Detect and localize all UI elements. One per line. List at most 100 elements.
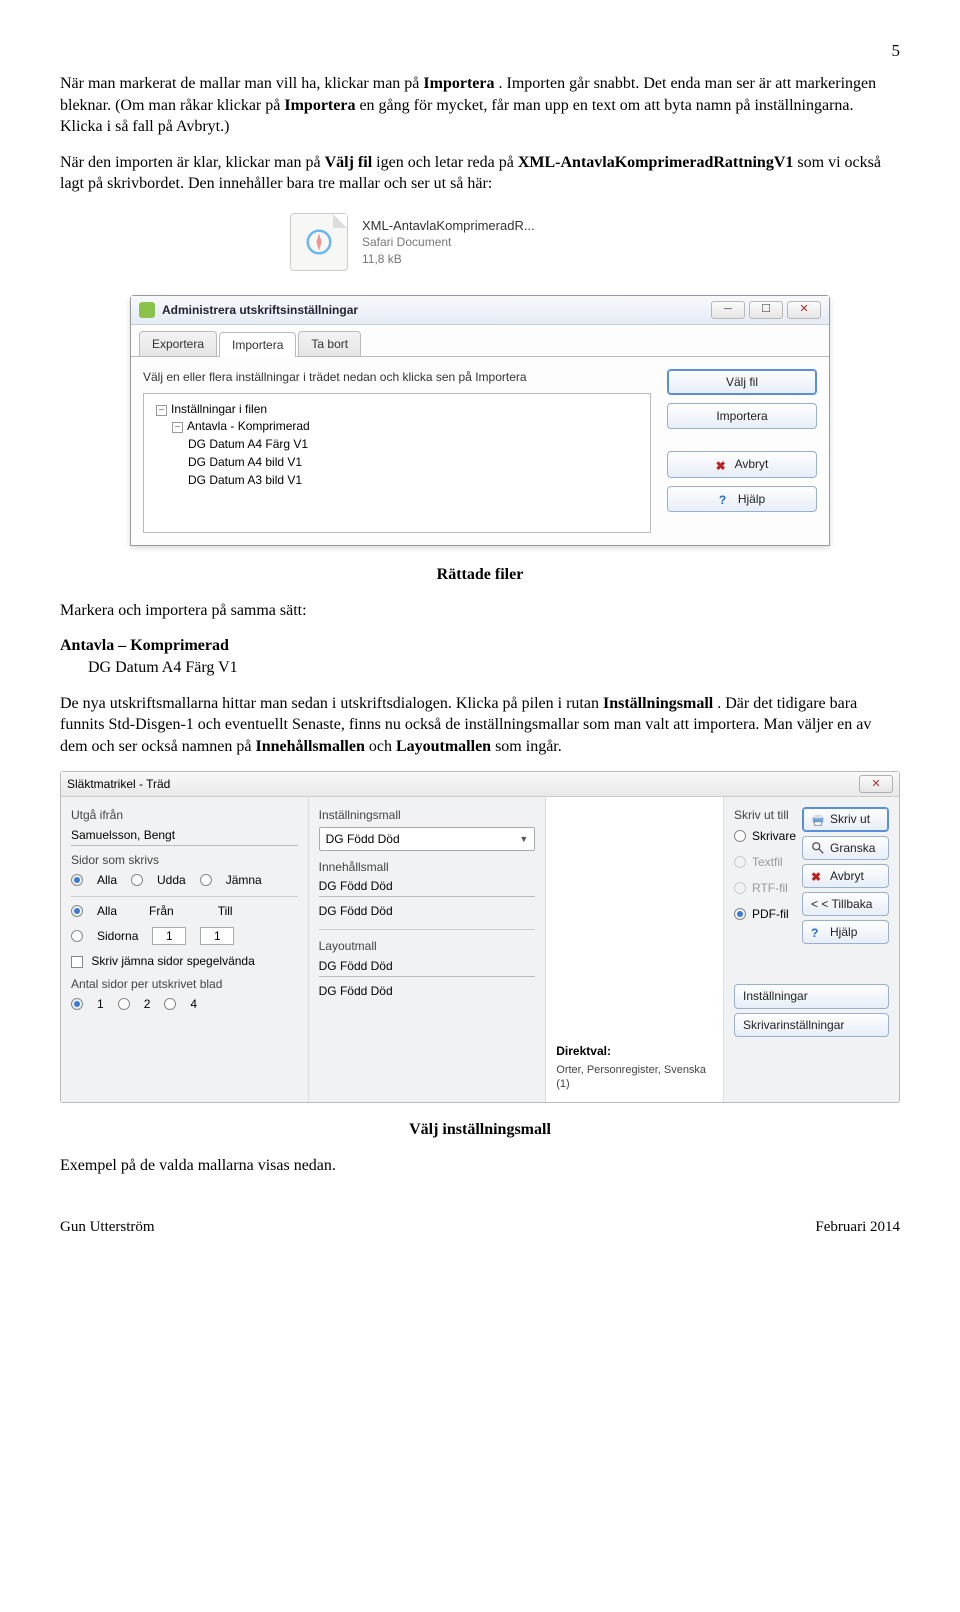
p2-text-c: igen och letar reda på — [376, 154, 518, 171]
tab-exportera[interactable]: Exportera — [139, 331, 217, 356]
radio-skrivare[interactable] — [734, 830, 746, 842]
file-size: 11,8 kB — [362, 251, 535, 267]
preview-area — [556, 807, 713, 1037]
radio-n2[interactable] — [118, 998, 130, 1010]
panel-mid: Inställningsmall DG Född Död ▼ Innehålls… — [309, 797, 547, 1102]
file-info: XML-AntavlaKomprimeradR... Safari Docume… — [362, 217, 535, 267]
lbl-udda: Udda — [157, 872, 186, 888]
tree-item[interactable]: DG Datum A3 bild V1 — [188, 471, 642, 489]
p3-d: Innehållsmallen — [255, 738, 364, 755]
tree-toggle-group[interactable]: − — [172, 422, 183, 433]
radio-sidorna[interactable] — [71, 930, 83, 942]
val-layout1: DG Född Död — [319, 958, 536, 977]
dialog1-titlebar: Administrera utskriftsinställningar ─ ☐ … — [131, 296, 829, 325]
input-fran[interactable] — [152, 927, 186, 945]
printer-icon — [811, 813, 825, 827]
close-button[interactable]: ✕ — [787, 301, 821, 319]
importera-button[interactable]: Importera — [667, 403, 817, 429]
close-button[interactable]: ✕ — [859, 775, 893, 793]
avbryt-button[interactable]: ✖Avbryt — [667, 451, 817, 477]
panel-left: Utgå ifrån Samuelsson, Bengt Sidor som s… — [61, 797, 309, 1102]
avbryt-button-2[interactable]: ✖Avbryt — [802, 864, 889, 888]
p3-f: Layoutmallen — [396, 738, 491, 755]
hjalp-label-2: Hjälp — [830, 924, 857, 940]
tree-toggle-root[interactable]: − — [156, 405, 167, 416]
hjalp-button[interactable]: ?Hjälp — [667, 486, 817, 512]
dialog-administrera: Administrera utskriftsinställningar ─ ☐ … — [130, 295, 830, 546]
dialog2-titlebar: Släktmatrikel - Träd ✕ — [61, 772, 899, 797]
tree-item[interactable]: DG Datum A4 bild V1 — [188, 453, 642, 471]
input-till[interactable] — [200, 927, 234, 945]
antavla-item: DG Datum A4 Färg V1 — [60, 659, 238, 676]
hjalp-label: Hjälp — [738, 491, 765, 507]
skrivarinst-button[interactable]: Skrivarinställningar — [734, 1013, 889, 1037]
tillbaka-label: < < Tillbaka — [811, 896, 872, 912]
lbl-sidorna: Sidorna — [97, 928, 138, 944]
footer-date: Februari 2014 — [815, 1217, 900, 1237]
radio-n4[interactable] — [164, 998, 176, 1010]
val-inne2: DG Född Död — [319, 903, 536, 930]
radio-alla[interactable] — [71, 874, 83, 886]
avbryt-label: Avbryt — [735, 456, 769, 472]
lbl-pdf: PDF-fil — [752, 906, 789, 922]
lbl-till: Till — [218, 903, 233, 919]
footer: Gun Utterström Februari 2014 — [60, 1217, 900, 1237]
radio-textfil — [734, 856, 746, 868]
radio-alla-2[interactable] — [71, 905, 83, 917]
exempel-text: Exempel på de valda mallarna visas nedan… — [60, 1155, 900, 1177]
heading-rattade-filer: Rättade filer — [60, 564, 900, 586]
lbl-antal: Antal sidor per utskrivet blad — [71, 976, 298, 992]
cancel-icon: ✖ — [811, 869, 825, 883]
hjalp-button-2[interactable]: ? Hjälp — [802, 920, 889, 944]
check-spegel[interactable] — [71, 956, 83, 968]
val-layout2: DG Född Död — [319, 983, 536, 999]
select-installningsmall[interactable]: DG Född Död ▼ — [319, 827, 536, 851]
p2-bold-xml: XML-AntavlaKomprimeradRattningV1 — [518, 154, 794, 171]
p1-bold-importera-2: Importera — [284, 97, 355, 114]
installningar-label: Inställningar — [743, 988, 808, 1004]
lbl-alla: Alla — [97, 872, 117, 888]
file-summary: XML-AntavlaKomprimeradR... Safari Docume… — [290, 213, 900, 271]
dialog1-title: Administrera utskriftsinställningar — [162, 302, 358, 318]
document-icon — [290, 213, 348, 271]
person-name: Samuelsson, Bengt — [71, 827, 298, 846]
lbl-skrivare: Skrivare — [752, 828, 796, 844]
maximize-button[interactable]: ☐ — [749, 301, 783, 319]
file-name: XML-AntavlaKomprimeradR... — [362, 217, 535, 235]
panel-right: Skriv ut till Skrivare Textfil RTF-fil P… — [724, 797, 899, 1102]
skriv-ut-button[interactable]: Skriv ut — [802, 807, 889, 831]
lbl-fran: Från — [149, 903, 174, 919]
minimize-button[interactable]: ─ — [711, 301, 745, 319]
p2-text-a: När den importen är klar, klickar man på — [60, 154, 325, 171]
tab-importera[interactable]: Importera — [219, 332, 296, 357]
p1-bold-importera: Importera — [423, 75, 494, 92]
paragraph-3: De nya utskriftsmallarna hittar man seda… — [60, 693, 900, 758]
help-icon: ? — [811, 925, 825, 939]
radio-n1[interactable] — [71, 998, 83, 1010]
val-direktval: Orter, Personregister, Svenska (1) — [556, 1063, 713, 1093]
lbl-rtf: RTF-fil — [752, 880, 788, 896]
dialog1-instruction: Välj en eller flera inställningar i träd… — [143, 369, 608, 385]
dialog-slaktmatrikel: Släktmatrikel - Träd ✕ Utgå ifrån Samuel… — [60, 771, 900, 1103]
valj-fil-label: Välj fil — [726, 374, 758, 390]
p3-b: Inställningsmall — [603, 695, 713, 712]
tree-root[interactable]: Inställningar i filen — [171, 402, 267, 416]
tab-ta-bort[interactable]: Ta bort — [298, 331, 361, 356]
file-type: Safari Document — [362, 234, 535, 250]
radio-udda[interactable] — [131, 874, 143, 886]
radio-jamna[interactable] — [200, 874, 212, 886]
tree-group[interactable]: Antavla - Komprimerad — [187, 419, 310, 433]
tillbaka-button[interactable]: < < Tillbaka — [802, 892, 889, 916]
importera-label: Importera — [716, 408, 767, 424]
lbl-spegel: Skriv jämna sidor spegelvända — [91, 954, 254, 968]
settings-tree[interactable]: −Inställningar i filen −Antavla - Kompri… — [143, 393, 651, 533]
radio-pdf[interactable] — [734, 908, 746, 920]
page-number: 5 — [60, 40, 900, 63]
lbl-alla-2: Alla — [97, 903, 117, 919]
tree-item[interactable]: DG Datum A4 Färg V1 — [188, 435, 642, 453]
markera-text: Markera och importera på samma sätt: — [60, 600, 900, 622]
installningar-button[interactable]: Inställningar — [734, 984, 889, 1008]
valj-fil-button[interactable]: Välj fil — [667, 369, 817, 395]
compass-icon — [304, 227, 334, 257]
granska-button[interactable]: Granska — [802, 836, 889, 860]
